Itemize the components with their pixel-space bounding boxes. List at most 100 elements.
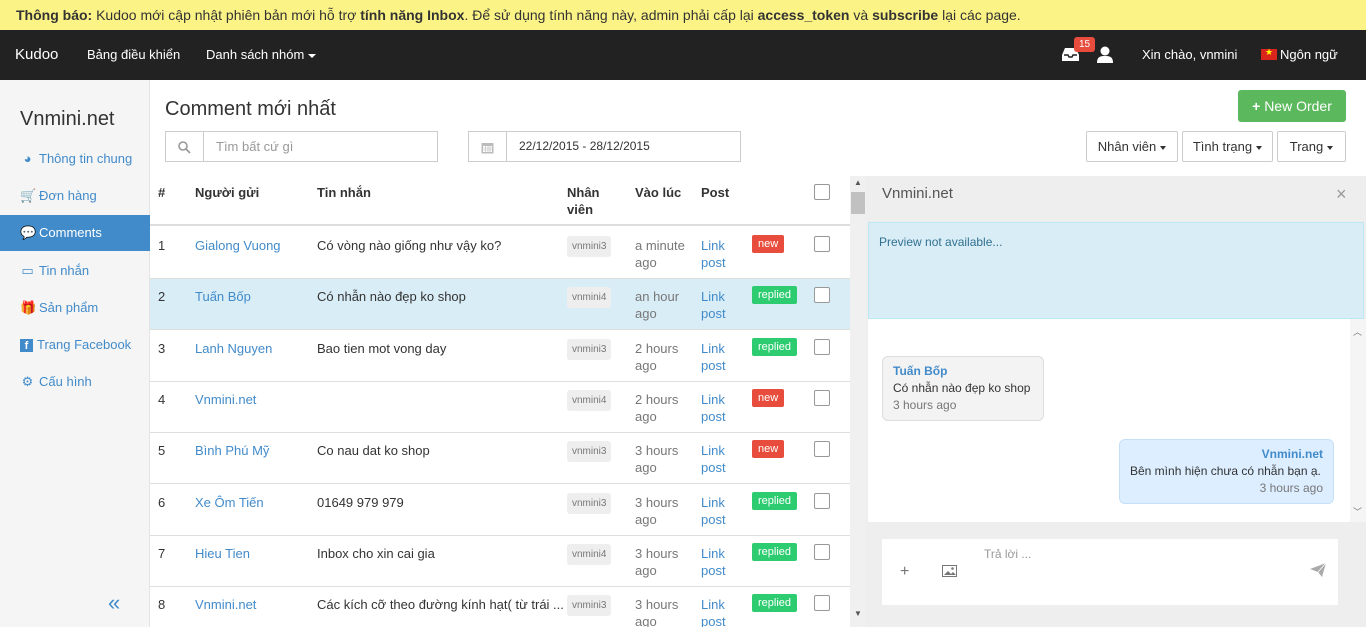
row-checkbox[interactable] [814,543,830,560]
chat-scrollbar[interactable]: ︿ ﹀ [1350,319,1366,522]
image-icon[interactable] [942,565,957,580]
sender-link[interactable]: Bình Phú Mỹ [195,442,269,459]
sender-link[interactable]: Vnmini.net [195,391,256,408]
comments-icon: 💬 [20,225,37,240]
row-checkbox[interactable] [814,236,830,252]
scroll-down-arrow[interactable]: ﹀ [1353,505,1362,518]
close-icon[interactable]: × [1336,184,1347,205]
date-range-picker[interactable]: 22/12/2015 - 28/12/2015 [468,131,741,162]
row-checkbox[interactable] [814,595,830,612]
post-link[interactable]: Link post [701,237,726,271]
status-badge: new [752,388,785,407]
search-icon [166,132,204,161]
table-row[interactable]: 3 Lanh Nguyen Bao tien mot vong day vnmini3… [150,331,850,382]
table-row[interactable]: 1 Gialong Vuong Có vòng nào giống như vậy … [150,228,850,279]
dashboard-icon: ◕ [23,151,32,166]
preview-text: Preview not available... [879,235,1003,249]
table-row[interactable]: 2 Tuấn Bốp Có nhẫn nào đẹp ko shop vnmini4 a… [150,279,850,331]
row-checkbox[interactable] [814,389,830,406]
message-text: 01649 979 979 [317,494,404,510]
scroll-up-arrow[interactable]: ︿ [1353,325,1362,338]
user-icon[interactable] [1097,46,1113,63]
sidebar-item-trang-facebook[interactable]: f Trang Facebook [0,327,150,363]
row-checkbox[interactable] [814,287,830,304]
page-title: Comment mới nhất [165,98,336,120]
notice-bold-2: access_token [757,7,850,23]
notice-bar: Thông báo: Kudoo mới cập nhật phiên bản … [0,0,1366,30]
row-num: 6 [158,494,166,510]
time-line1: 3 hours [635,443,679,459]
calendar-icon [469,132,507,161]
sidebar-item-san-pham[interactable]: 🎁 Sản phẩm [0,290,150,326]
chevron-down-icon [1327,145,1334,150]
time-text: 3 hours ago [635,442,678,476]
post-link[interactable]: Link post [701,494,726,528]
time-line2: ago [635,357,657,373]
reply-input[interactable]: Trả lời ... [984,547,1031,561]
date-range-value[interactable]: 22/12/2015 - 28/12/2015 [519,139,650,153]
filter-staff-dropdown[interactable]: Nhân viên [1086,131,1178,162]
sidebar-item-don-hang[interactable]: 🛒 Đơn hàng [0,178,150,214]
scroll-down-arrow[interactable]: ▼ [854,609,862,618]
message-body: Có nhẫn nào đẹp ko shop [893,381,1031,395]
sender-link[interactable]: Hieu Tien [195,545,250,562]
select-all-checkbox[interactable] [814,184,830,200]
message-author[interactable]: Tuấn Bốp [893,363,1033,380]
sidebar-site-name: Vnmini.net [20,108,115,130]
brand-logo[interactable]: Kudoo [15,46,58,63]
nav-groups-dropdown[interactable]: Danh sách nhóm [206,47,317,62]
language-selector[interactable]: Ngôn ngữ [1261,47,1338,62]
sender-link[interactable]: Tuấn Bốp [195,288,251,305]
status-badge: new [752,235,785,253]
table-row[interactable]: 7 Hieu Tien Inbox cho xin cai gia vnmini4 3 … [150,536,850,587]
message-time: 3 hours ago [893,398,957,412]
table-scrollbar[interactable]: ▲ ▼ [850,176,866,627]
sender-link[interactable]: Xe Ôm Tiến [195,494,264,511]
post-link[interactable]: Link post [701,596,726,627]
notice-text-4: lại các page. [938,7,1021,23]
greeting-text[interactable]: Xin chào, vnmini [1142,47,1237,62]
post-link-line2: post [701,511,726,527]
collapse-sidebar-icon[interactable]: « [108,590,120,616]
table-row[interactable]: 4 Vnmini.net vnmini4 2 hours ago Link post new [150,382,850,433]
sender-link[interactable]: Lanh Nguyen [195,340,272,357]
row-checkbox[interactable] [814,441,830,458]
table-row[interactable]: 8 Vnmini.net Các kích cỡ theo đường kính h… [150,587,850,627]
send-icon[interactable] [1310,562,1327,582]
post-link[interactable]: Link post [701,288,726,322]
sidebar-item-thong-tin-chung[interactable]: ◕ Thông tin chung [0,141,150,177]
language-label: Ngôn ngữ [1280,47,1338,62]
table-row[interactable]: 6 Xe Ôm Tiến 01649 979 979 vnmini3 3 hours ag… [150,485,850,536]
row-num: 1 [158,238,166,253]
sidebar-item-tin-nhan[interactable]: ▭ Tin nhắn [0,253,150,289]
header-post: Post [701,185,730,200]
post-link[interactable]: Link post [701,442,726,476]
new-order-button[interactable]: + New Order [1238,90,1346,122]
post-link[interactable]: Link post [701,545,726,579]
message-text: Co nau dat ko shop [317,443,430,459]
table-row[interactable]: 5 Bình Phú Mỹ Co nau dat ko shop vnmini3 3 h… [150,433,850,485]
row-checkbox[interactable] [814,338,830,355]
filter-status-dropdown[interactable]: Tình trạng [1182,131,1273,162]
sidebar-item-label: Tin nhắn [39,263,90,278]
search-input[interactable]: Tìm bất cứ gì [216,139,293,154]
notice-bold-3: subscribe [872,7,939,23]
sidebar-item-comments[interactable]: 💬 Comments [0,215,150,251]
nav-dashboard[interactable]: Bảng điều khiển [87,47,180,62]
sidebar-item-cau-hinh[interactable]: ⚙ Cấu hình [0,364,150,400]
post-link-line1: Link [701,545,725,561]
sender-link[interactable]: Vnmini.net [195,596,256,613]
time-line1: 3 hours [635,494,679,510]
post-link[interactable]: Link post [701,340,726,374]
filter-page-dropdown[interactable]: Trang [1277,131,1346,162]
row-checkbox[interactable] [814,492,830,509]
scroll-up-arrow[interactable]: ▲ [854,178,862,187]
post-link[interactable]: Link post [701,391,726,425]
status-badge: replied [752,491,798,510]
scroll-thumb[interactable] [851,192,865,214]
search-box[interactable]: Tìm bất cứ gì [165,131,438,162]
plus-icon[interactable]: + [900,563,909,581]
new-order-label: New Order [1264,98,1332,114]
message-author[interactable]: Vnmini.net [1130,446,1323,463]
sender-link[interactable]: Gialong Vuong [195,237,281,254]
